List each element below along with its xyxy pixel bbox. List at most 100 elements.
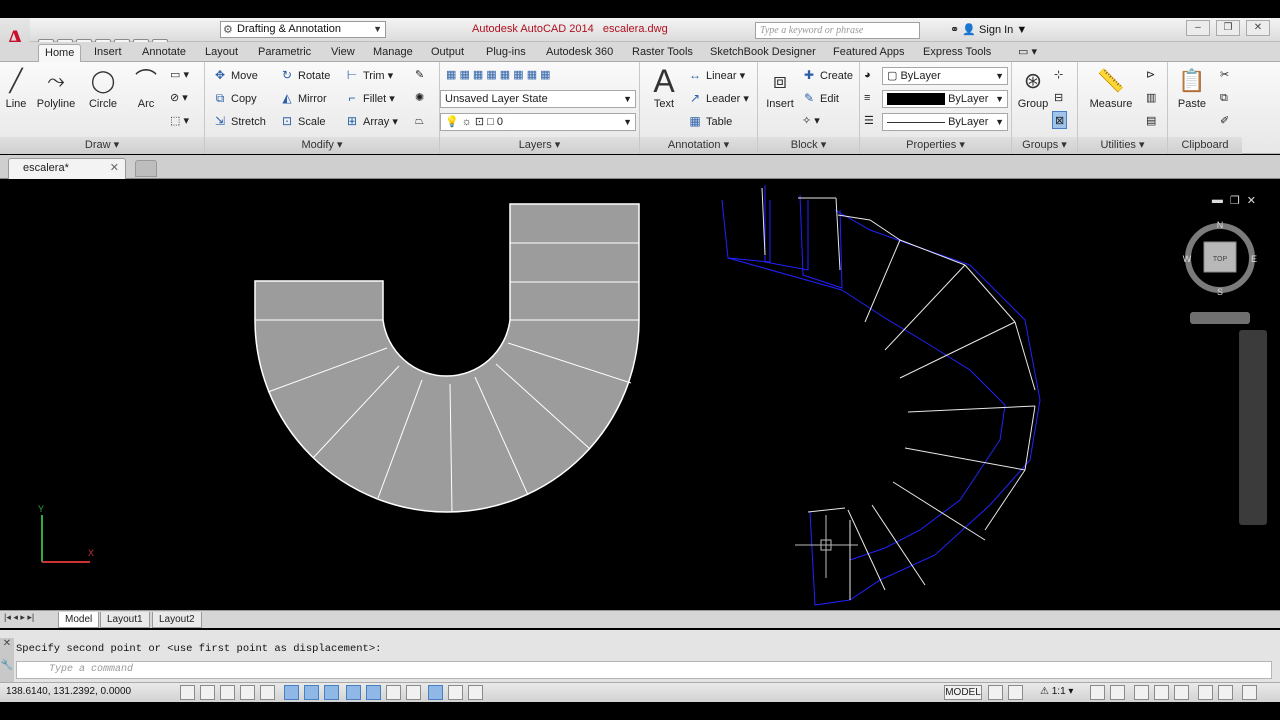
- group-button[interactable]: ⊛ Group: [1013, 66, 1053, 110]
- auto-scale-toggle[interactable]: [1110, 685, 1125, 700]
- measure-button[interactable]: 📏 Measure: [1086, 66, 1136, 110]
- annotation-panel-title[interactable]: Annotation ▾: [640, 137, 757, 154]
- hardware-acceleration-icon[interactable]: [1174, 685, 1189, 700]
- tab-manage[interactable]: Manage: [367, 44, 419, 62]
- quick-view-drawings-button[interactable]: [1008, 685, 1023, 700]
- coordinates-readout[interactable]: 138.6140, 131.2392, 0.0000: [6, 686, 131, 697]
- polar-tracking-toggle[interactable]: [260, 685, 275, 700]
- object-snap-tracking-toggle[interactable]: [324, 685, 339, 700]
- workspace-selector[interactable]: ⚙ Drafting & Annotation ▼: [220, 21, 386, 38]
- selection-cycling-toggle[interactable]: [448, 685, 463, 700]
- tab-insert[interactable]: Insert: [88, 44, 128, 62]
- tab-autodesk-360[interactable]: Autodesk 360: [540, 44, 619, 62]
- document-tab-escalera[interactable]: escalera* ✕: [8, 158, 126, 179]
- line-button[interactable]: ╱ Line: [0, 66, 36, 110]
- tab-annotate[interactable]: Annotate: [136, 44, 192, 62]
- rectangle-icon[interactable]: ▭ ▾: [170, 66, 189, 84]
- tab-home[interactable]: Home: [38, 44, 82, 63]
- 3d-object-snap-toggle[interactable]: [304, 685, 319, 700]
- lineweight-toggle[interactable]: [386, 685, 401, 700]
- compass-east[interactable]: E: [1251, 254, 1257, 264]
- stair-3d-view[interactable]: [721, 185, 1041, 606]
- layout-nav-arrows[interactable]: |◂ ◂ ▸ ▸|: [4, 612, 34, 623]
- paste-button[interactable]: 📋 Paste: [1172, 66, 1212, 110]
- leader-button[interactable]: ↗ Leader ▾: [688, 89, 749, 107]
- lightbulb-icon[interactable]: [1218, 685, 1233, 700]
- erase-icon[interactable]: ✎: [415, 66, 424, 84]
- ungroup-icon[interactable]: ⊹: [1054, 66, 1063, 84]
- ribbon-options-icon[interactable]: ▭ ▾: [1012, 44, 1043, 62]
- block-panel-title[interactable]: Block ▾: [758, 137, 859, 154]
- close-button[interactable]: ✕: [1246, 20, 1270, 36]
- cut-icon[interactable]: ✂: [1220, 66, 1229, 84]
- properties-panel-title[interactable]: Properties ▾: [860, 137, 1011, 154]
- tab-sketchbook-designer[interactable]: SketchBook Designer: [704, 44, 822, 62]
- transparency-toggle[interactable]: [406, 685, 421, 700]
- tab-plug-ins[interactable]: Plug-ins: [480, 44, 532, 62]
- viewcube-face[interactable]: TOP: [1213, 256, 1228, 263]
- groups-panel-title[interactable]: Groups ▾: [1012, 137, 1077, 154]
- array-button[interactable]: ⊞ Array ▾: [345, 112, 398, 130]
- hatch-icon[interactable]: ⊘ ▾: [170, 89, 188, 107]
- grid-display-toggle[interactable]: [220, 685, 235, 700]
- layer-properties-icon[interactable]: ▦ ▦ ▦ ▦ ▦ ▦ ▦ ▦: [446, 66, 551, 84]
- id-point-icon[interactable]: ▤: [1146, 112, 1156, 130]
- compass-south[interactable]: S: [1217, 287, 1223, 297]
- clipboard-panel-title[interactable]: Clipboard: [1168, 137, 1242, 154]
- tab-model[interactable]: Model: [58, 612, 100, 628]
- tab-layout[interactable]: Layout: [199, 44, 244, 62]
- tab-featured-apps[interactable]: Featured Apps: [827, 44, 911, 62]
- move-button[interactable]: ✥ Move: [213, 66, 258, 84]
- drawing-canvas[interactable]: Y X TOP N S E W ▬ ❐ ✕: [0, 180, 1272, 610]
- annotation-scale[interactable]: ⚠ 1:1 ▾: [1040, 686, 1073, 697]
- utilities-panel-title[interactable]: Utilities ▾: [1078, 137, 1167, 154]
- compass-west[interactable]: W: [1183, 254, 1192, 264]
- annotation-monitor-toggle[interactable]: [468, 685, 483, 700]
- viewport-restore-icon[interactable]: ❐: [1230, 194, 1240, 207]
- calculator-icon[interactable]: ▥: [1146, 89, 1156, 107]
- edit-block-button[interactable]: ✎ Edit: [802, 89, 839, 107]
- close-icon[interactable]: ✕: [110, 159, 119, 178]
- tab-parametric[interactable]: Parametric: [252, 44, 317, 62]
- command-input[interactable]: Type a command: [16, 661, 1272, 679]
- sign-in-link[interactable]: ⚭ 👤 Sign In ▼: [950, 23, 1027, 36]
- group-edit-icon[interactable]: ⊟: [1054, 89, 1063, 107]
- copy-clip-icon[interactable]: ⧉: [1220, 89, 1228, 107]
- viewport-minimize-icon[interactable]: ▬: [1212, 194, 1223, 207]
- offset-icon[interactable]: ⏢: [415, 112, 424, 130]
- stair-plan-view[interactable]: [254, 203, 640, 513]
- copy-button[interactable]: ⧉ Copy: [213, 89, 257, 107]
- region-icon[interactable]: ⬚ ▾: [170, 112, 189, 130]
- arc-button[interactable]: ⌒ Arc: [126, 66, 166, 110]
- tab-layout2[interactable]: Layout2: [152, 612, 202, 628]
- linear-button[interactable]: ↔ Linear ▾: [688, 66, 745, 84]
- fillet-button[interactable]: ⌐ Fillet ▾: [345, 89, 394, 107]
- dynamic-ucs-toggle[interactable]: [346, 685, 361, 700]
- modify-panel-title[interactable]: Modify ▾: [205, 137, 439, 154]
- mirror-button[interactable]: ◭ Mirror: [280, 89, 326, 107]
- tab-express-tools[interactable]: Express Tools: [917, 44, 997, 62]
- polyline-button[interactable]: ⤳ Polyline: [36, 66, 76, 110]
- text-button[interactable]: A Text: [644, 65, 684, 110]
- quick-view-layouts-button[interactable]: [988, 685, 1003, 700]
- drawing-viewport[interactable]: Y X TOP N S E W: [0, 180, 1272, 610]
- new-tab-button[interactable]: [135, 160, 157, 177]
- layer-dropdown[interactable]: 💡 ☼ ⊡ □ 0 ▼: [440, 113, 636, 131]
- quick-select-icon[interactable]: ⊳: [1146, 66, 1155, 84]
- table-button[interactable]: ▦ Table: [688, 112, 732, 130]
- color-dropdown[interactable]: ▢ ByLayer ▼: [882, 67, 1008, 85]
- linetype-dropdown[interactable]: ByLayer ▼: [882, 113, 1008, 131]
- snap-mode-toggle[interactable]: [200, 685, 215, 700]
- scale-button[interactable]: ⊡ Scale: [280, 112, 326, 130]
- layer-state-dropdown[interactable]: Unsaved Layer State ▼: [440, 90, 636, 108]
- stretch-button[interactable]: ⇲ Stretch: [213, 112, 266, 130]
- tab-raster-tools[interactable]: Raster Tools: [626, 44, 699, 62]
- ortho-mode-toggle[interactable]: [240, 685, 255, 700]
- explode-icon[interactable]: ✺: [415, 89, 424, 107]
- tab-layout1[interactable]: Layout1: [100, 612, 150, 628]
- ucs-menu-button[interactable]: [1190, 312, 1250, 324]
- toolbar-lock-icon[interactable]: [1154, 685, 1169, 700]
- object-snap-toggle[interactable]: [284, 685, 299, 700]
- compass-north[interactable]: N: [1217, 220, 1224, 230]
- trim-button[interactable]: ⊢ Trim ▾: [345, 66, 393, 84]
